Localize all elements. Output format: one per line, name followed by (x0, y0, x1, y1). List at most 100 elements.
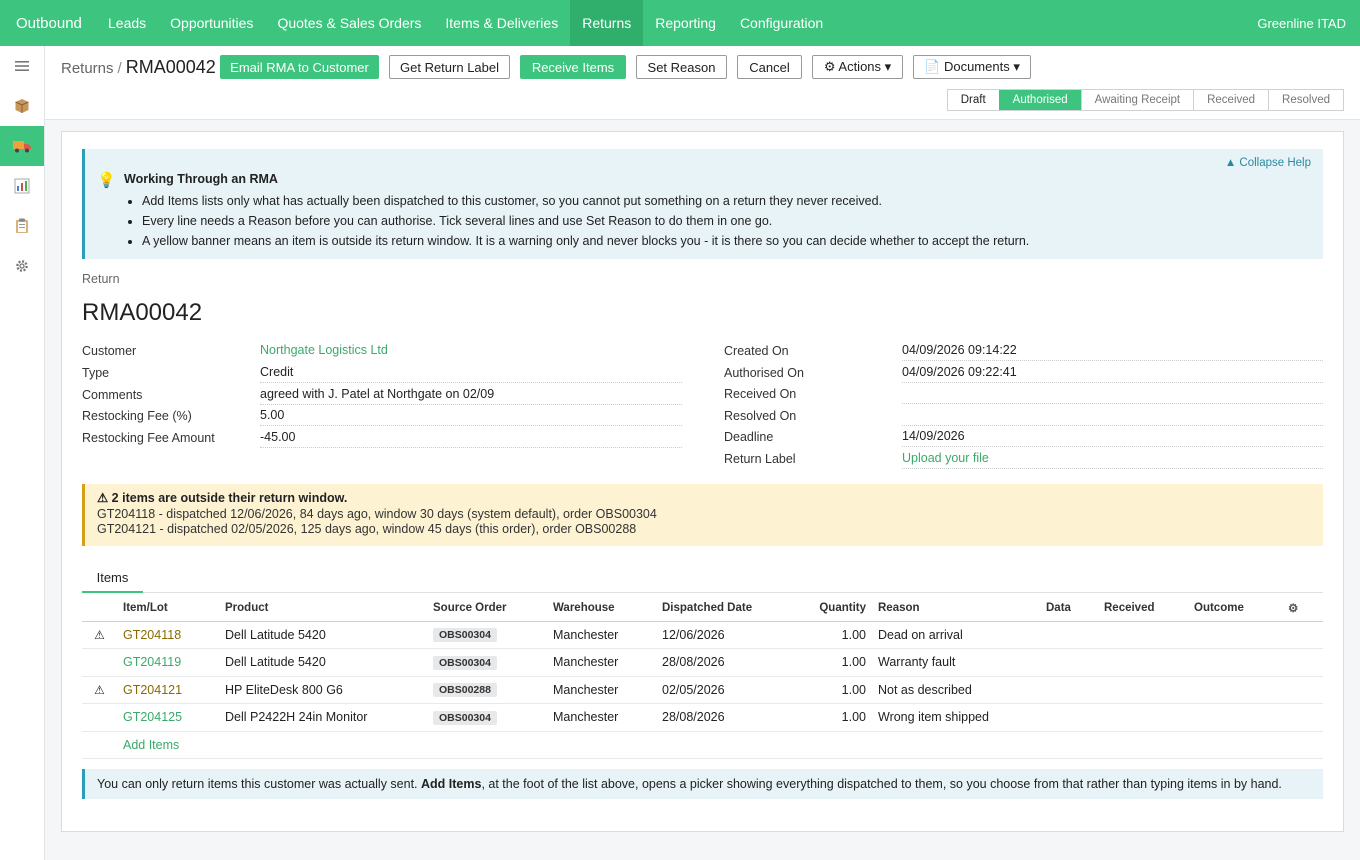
item-lot-link[interactable]: GT204118 (123, 628, 181, 642)
collapse-help-link[interactable]: ▲ Collapse Help (1225, 157, 1311, 169)
warning-icon: ⚠ (82, 676, 117, 704)
label-restocking-fee: Restocking Fee (%) (82, 409, 192, 424)
sidebar-button[interactable] (0, 206, 44, 246)
get-return-label-button[interactable]: Get Return Label (389, 55, 510, 79)
status-authorised[interactable]: Authorised (998, 90, 1081, 110)
column-header-reason[interactable]: Reason (872, 595, 1040, 622)
table-row[interactable]: GT204119 Dell Latitude 5420 OBS00304 Manche… (82, 648, 1323, 677)
sidebar-button[interactable] (0, 166, 44, 206)
table-row[interactable]: ⚠ GT204121 HP EliteDesk 800 G6 OBS00288 Manc… (82, 676, 1323, 704)
cell-item-lot: GT204125 (117, 703, 219, 732)
menu-item-items-deliveries[interactable]: Items & Deliveries (433, 0, 570, 46)
gear-icon (15, 259, 29, 273)
field-resolved-on[interactable] (902, 407, 1323, 426)
sidebar-button[interactable] (0, 126, 44, 166)
field-created-on[interactable]: 04/09/2026 09:14:22 (902, 342, 1323, 361)
source-order-badge: OBS00288 (433, 683, 497, 698)
sidebar-button[interactable] (0, 46, 44, 86)
menu-item-leads[interactable]: Leads (96, 0, 158, 46)
menu-item-quotes-sales-orders[interactable]: Quotes & Sales Orders (265, 0, 433, 46)
field-comments[interactable]: agreed with J. Patel at Northgate on 02/… (260, 386, 682, 405)
set-reason-button[interactable]: Set Reason (636, 55, 727, 79)
status-resolved[interactable]: Resolved (1268, 90, 1343, 110)
actions-dropdown[interactable]: ⚙ Actions ▾ (812, 55, 903, 79)
cell-outcome (1188, 703, 1282, 732)
email-rma-button[interactable]: Email RMA to Customer (220, 55, 379, 79)
item-lot-link[interactable]: GT204125 (123, 710, 182, 724)
items-table: Item/Lot Product Source Order Warehouse … (82, 595, 1323, 759)
column-header-product[interactable]: Product (219, 595, 427, 622)
clipboard-icon (15, 218, 29, 234)
cell-dispatched-date: 02/05/2026 (656, 676, 781, 704)
help-bullet: Add Items lists only what has actually b… (142, 192, 1029, 212)
column-header-data[interactable]: Data (1040, 595, 1098, 622)
column-header-outcome[interactable]: Outcome (1188, 595, 1282, 622)
field-received-on[interactable] (902, 385, 1323, 404)
source-order-badge: OBS00304 (433, 628, 497, 643)
add-items-link[interactable]: Add Items (123, 738, 179, 752)
menu-item-configuration[interactable]: Configuration (728, 0, 835, 46)
status-awaiting-receipt[interactable]: Awaiting Receipt (1080, 90, 1193, 110)
field-customer[interactable]: Northgate Logistics Ltd (260, 342, 682, 361)
table-row[interactable]: ⚠ GT204118 Dell Latitude 5420 OBS00304 Manch… (82, 621, 1323, 649)
cell-source-order: OBS00304 (427, 621, 547, 649)
cancel-button[interactable]: Cancel (737, 55, 802, 79)
cell-item-lot: GT204118 (117, 621, 219, 649)
chart-icon (14, 178, 30, 194)
table-row[interactable]: GT204125 Dell P2422H 24in Monitor OBS00304… (82, 703, 1323, 732)
field-restocking-fee[interactable]: 5.00 (260, 407, 682, 427)
field-return-label[interactable]: Upload your file (902, 450, 1323, 469)
label-restocking-fee-amount: Restocking Fee Amount (82, 431, 215, 446)
field-deadline[interactable]: 14/09/2026 (902, 428, 1323, 447)
column-header-source-order[interactable]: Source Order (427, 595, 547, 622)
cell-product: Dell Latitude 5420 (219, 621, 427, 649)
cell-warehouse: Manchester (547, 648, 656, 677)
column-header-warehouse[interactable]: Warehouse (547, 595, 656, 622)
tab-items[interactable]: Items (82, 564, 143, 593)
menu-item-opportunities[interactable]: Opportunities (158, 0, 265, 46)
cell-data (1040, 676, 1098, 704)
table-header-row: Item/Lot Product Source Order Warehouse … (82, 595, 1323, 622)
warning-cell (82, 703, 117, 732)
app-brand[interactable]: Outbound (0, 0, 96, 46)
cell-outcome (1188, 676, 1282, 704)
main-menu: Leads Opportunities Quotes & Sales Orders I… (96, 0, 835, 46)
column-header-dispatched-date[interactable]: Dispatched Date (656, 595, 781, 622)
cell-product: Dell Latitude 5420 (219, 648, 427, 677)
control-panel: Returns / RMA00042 Email RMA to Customer G… (45, 46, 1360, 120)
menu-item-reporting[interactable]: Reporting (643, 0, 728, 46)
help-title: Working Through an RMA (124, 172, 278, 186)
receive-items-button[interactable]: Receive Items (520, 55, 626, 79)
column-header-item-lot[interactable]: Item/Lot (117, 595, 219, 622)
column-settings-icon[interactable]: ⚙ (1282, 595, 1323, 622)
cell-settings (1282, 621, 1323, 649)
help-bullet: Every line needs a Reason before you can… (142, 212, 1029, 232)
field-type[interactable]: Credit (260, 364, 682, 383)
cell-warehouse: Manchester (547, 621, 656, 649)
sidebar-button[interactable] (0, 86, 44, 126)
status-received[interactable]: Received (1193, 90, 1268, 110)
breadcrumb-returns[interactable]: Returns (61, 60, 114, 77)
cell-data (1040, 648, 1098, 677)
cell-warehouse: Manchester (547, 676, 656, 704)
source-order-badge: OBS00304 (433, 710, 497, 725)
cell-reason: Not as described (872, 676, 1040, 704)
column-header-received[interactable]: Received (1098, 595, 1188, 622)
info-text-after: , at the foot of the list above, opens a… (481, 777, 1282, 791)
sidebar-button[interactable] (0, 246, 44, 286)
field-restocking-fee-amount[interactable]: -45.00 (260, 429, 682, 449)
cell-source-order: OBS00288 (427, 676, 547, 704)
link-return-label[interactable]: Upload your file (902, 451, 989, 465)
field-authorised-on[interactable]: 04/09/2026 09:22:41 (902, 364, 1323, 383)
status-draft[interactable]: Draft (948, 90, 999, 110)
cell-outcome (1188, 648, 1282, 677)
menu-item-returns[interactable]: Returns (570, 0, 644, 46)
company-switcher[interactable]: Greenline ITAD (1257, 0, 1360, 46)
help-bullet: A yellow banner means an item is outside… (142, 232, 1029, 252)
column-header-quantity[interactable]: Quantity (781, 595, 872, 622)
link-customer[interactable]: Northgate Logistics Ltd (260, 343, 388, 357)
warning-line: GT204118 - dispatched 12/06/2026, 84 day… (97, 506, 657, 521)
documents-dropdown[interactable]: 📄 Documents ▾ (913, 55, 1031, 79)
item-lot-link[interactable]: GT204121 (123, 683, 182, 697)
item-lot-link[interactable]: GT204119 (123, 655, 181, 669)
